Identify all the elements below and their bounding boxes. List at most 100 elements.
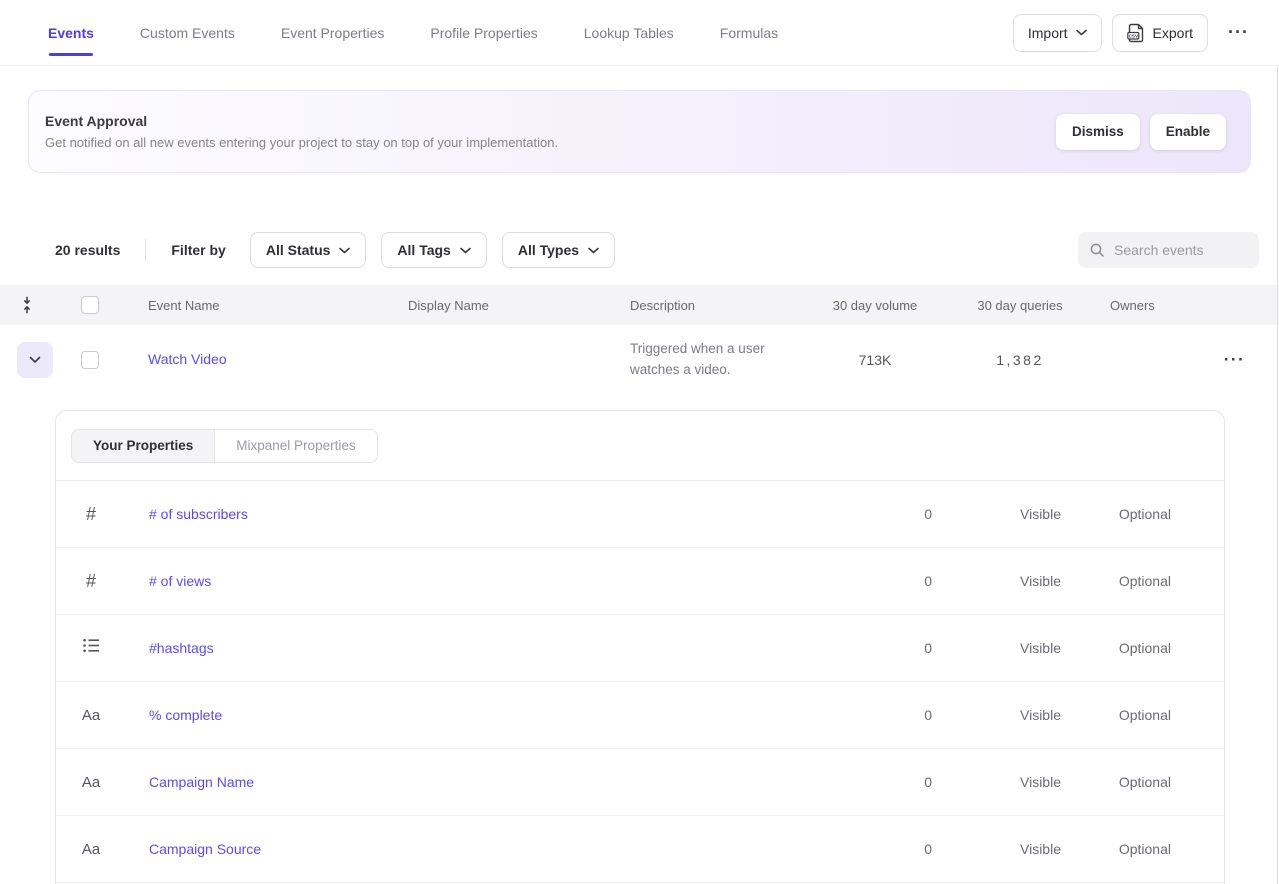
property-visibility: Visible bbox=[1020, 573, 1061, 589]
property-visibility: Visible bbox=[1020, 841, 1061, 857]
more-options-button[interactable]: ··· bbox=[1222, 22, 1255, 43]
tab-profile-properties[interactable]: Profile Properties bbox=[430, 25, 537, 41]
top-nav-actions: Import CSV Export ··· bbox=[1013, 14, 1255, 52]
chevron-down-icon bbox=[1076, 29, 1087, 36]
property-visibility: Visible bbox=[1020, 707, 1061, 723]
property-row: Aa Campaign Source 0 Visible Optional bbox=[56, 816, 1224, 883]
event-row-watch-video: Watch Video Triggered when a user watche… bbox=[0, 325, 1279, 395]
column-header-event-name: Event Name bbox=[148, 298, 408, 313]
row-expander-button[interactable] bbox=[17, 342, 53, 378]
svg-text:CSV: CSV bbox=[1128, 33, 1138, 38]
filter-bar: 20 results Filter by All Status All Tags… bbox=[55, 232, 1259, 268]
property-visibility: Visible bbox=[1020, 640, 1061, 656]
chevron-down-icon bbox=[29, 356, 41, 364]
import-button-label: Import bbox=[1028, 25, 1068, 41]
property-name-link[interactable]: # of subscribers bbox=[126, 506, 812, 522]
banner-title: Event Approval bbox=[45, 113, 558, 129]
event-properties-panel: Your Properties Mixpanel Properties # # … bbox=[55, 410, 1225, 884]
property-name-link[interactable]: #hashtags bbox=[126, 640, 812, 656]
tab-formulas[interactable]: Formulas bbox=[720, 25, 778, 41]
property-row: #hashtags 0 Visible Optional bbox=[56, 615, 1224, 682]
types-filter-label: All Types bbox=[518, 242, 579, 258]
property-row: # # of views 0 Visible Optional bbox=[56, 548, 1224, 615]
status-filter-label: All Status bbox=[266, 242, 331, 258]
property-requirement: Optional bbox=[1119, 506, 1171, 522]
tab-your-properties[interactable]: Your Properties bbox=[72, 430, 215, 462]
properties-segmented-control: Your Properties Mixpanel Properties bbox=[71, 429, 378, 463]
property-name-link[interactable]: # of views bbox=[126, 573, 812, 589]
tab-lookup-tables[interactable]: Lookup Tables bbox=[584, 25, 674, 41]
event-queries: 1,382 bbox=[996, 352, 1044, 368]
text-type-icon: Aa bbox=[82, 707, 100, 724]
column-header-volume: 30 day volume bbox=[833, 298, 918, 313]
property-name-link[interactable]: % complete bbox=[126, 707, 812, 723]
status-filter-dropdown[interactable]: All Status bbox=[250, 232, 367, 268]
event-description: Triggered when a user watches a video. bbox=[630, 339, 800, 381]
tab-custom-events[interactable]: Custom Events bbox=[140, 25, 235, 41]
property-requirement: Optional bbox=[1119, 841, 1171, 857]
tab-event-properties[interactable]: Event Properties bbox=[281, 25, 385, 41]
chevron-down-icon bbox=[339, 247, 350, 254]
event-approval-banner: Event Approval Get notified on all new e… bbox=[28, 90, 1251, 173]
tab-events-label: Events bbox=[48, 25, 94, 41]
results-count: 20 results bbox=[55, 242, 120, 258]
property-name-link[interactable]: Campaign Source bbox=[126, 841, 812, 857]
column-header-display-name: Display Name bbox=[408, 298, 630, 313]
chevron-down-icon bbox=[460, 247, 471, 254]
ellipsis-icon: ··· bbox=[1224, 350, 1245, 369]
row-actions-button[interactable]: ··· bbox=[1224, 350, 1245, 370]
banner-text: Event Approval Get notified on all new e… bbox=[45, 113, 558, 150]
lexicon-tabs: Events Custom Events Event Properties Pr… bbox=[48, 25, 778, 41]
enable-button[interactable]: Enable bbox=[1150, 114, 1226, 150]
property-visibility: Visible bbox=[1020, 774, 1061, 790]
types-filter-dropdown[interactable]: All Types bbox=[502, 232, 615, 268]
number-type-icon: # bbox=[86, 571, 96, 592]
tab-events[interactable]: Events bbox=[48, 25, 94, 41]
text-type-icon: Aa bbox=[82, 774, 100, 791]
ellipsis-icon: ··· bbox=[1228, 22, 1249, 42]
property-requirement: Optional bbox=[1119, 640, 1171, 656]
row-checkbox[interactable] bbox=[81, 351, 99, 369]
search-icon bbox=[1089, 242, 1105, 258]
export-button[interactable]: CSV Export bbox=[1112, 14, 1208, 52]
property-requirement: Optional bbox=[1119, 573, 1171, 589]
events-table-header: Event Name Display Name Description 30 d… bbox=[0, 285, 1279, 325]
banner-actions: Dismiss Enable bbox=[1056, 114, 1226, 150]
property-volume: 0 bbox=[924, 640, 932, 656]
collapse-rows-icon bbox=[20, 296, 34, 314]
import-button[interactable]: Import bbox=[1013, 14, 1102, 52]
divider bbox=[145, 239, 146, 261]
property-row: Aa % complete 0 Visible Optional bbox=[56, 682, 1224, 749]
column-header-queries: 30 day queries bbox=[977, 298, 1062, 313]
property-volume: 0 bbox=[924, 841, 932, 857]
viewport-right-edge bbox=[1277, 66, 1278, 884]
collapse-all-button[interactable] bbox=[20, 296, 55, 314]
chevron-down-icon bbox=[588, 247, 599, 254]
export-button-label: Export bbox=[1153, 25, 1193, 41]
property-volume: 0 bbox=[924, 774, 932, 790]
select-all-checkbox[interactable] bbox=[81, 296, 99, 314]
text-type-icon: Aa bbox=[82, 841, 100, 858]
property-requirement: Optional bbox=[1119, 707, 1171, 723]
list-type-icon bbox=[83, 638, 100, 658]
property-volume: 0 bbox=[924, 573, 932, 589]
search-input[interactable] bbox=[1114, 242, 1244, 258]
csv-file-icon: CSV bbox=[1127, 23, 1145, 43]
dismiss-button[interactable]: Dismiss bbox=[1056, 114, 1140, 150]
property-volume: 0 bbox=[924, 707, 932, 723]
number-type-icon: # bbox=[86, 504, 96, 525]
property-row: Aa Campaign Name 0 Visible Optional bbox=[56, 749, 1224, 816]
event-name-link[interactable]: Watch Video bbox=[148, 351, 227, 367]
property-row: # # of subscribers 0 Visible Optional bbox=[56, 481, 1224, 548]
properties-tab-bar: Your Properties Mixpanel Properties bbox=[56, 411, 1224, 481]
property-volume: 0 bbox=[924, 506, 932, 522]
tags-filter-label: All Tags bbox=[397, 242, 450, 258]
tags-filter-dropdown[interactable]: All Tags bbox=[381, 232, 486, 268]
property-name-link[interactable]: Campaign Name bbox=[126, 774, 812, 790]
search-box[interactable] bbox=[1078, 232, 1259, 268]
property-requirement: Optional bbox=[1119, 774, 1171, 790]
property-visibility: Visible bbox=[1020, 506, 1061, 522]
banner-subtitle: Get notified on all new events entering … bbox=[45, 135, 558, 150]
event-volume: 713K bbox=[859, 352, 892, 368]
tab-mixpanel-properties[interactable]: Mixpanel Properties bbox=[215, 430, 376, 462]
